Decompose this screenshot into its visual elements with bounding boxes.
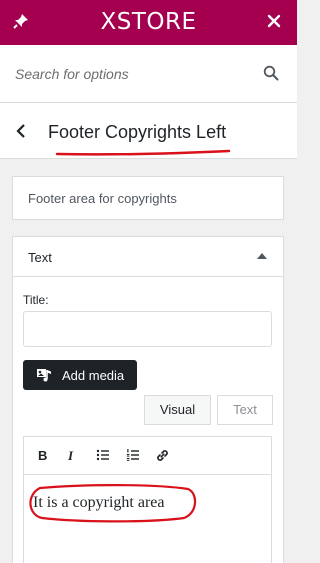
text-widget: Text Title: Add media Visual Text B I It… [12,236,284,563]
tab-visual[interactable]: Visual [144,395,211,425]
title-label: Title: [23,293,49,307]
section-title: Footer Copyrights Left [48,122,227,142]
widget-header[interactable]: Text [13,237,283,277]
search-input[interactable] [15,59,255,89]
close-icon[interactable] [265,12,283,30]
red-underline-annotation [55,149,231,156]
add-media-button[interactable]: Add media [23,360,137,390]
editor-toolbar: B I [24,437,271,475]
search-icon[interactable] [263,65,279,81]
rich-text-editor: B I It is a copyright area [23,436,272,563]
add-media-label: Add media [62,368,125,383]
italic-button[interactable]: I [68,448,73,464]
tab-text[interactable]: Text [217,395,273,425]
link-icon[interactable] [155,448,170,464]
title-field[interactable] [23,311,272,347]
top-bar: XSTORE [0,0,297,45]
xstore-logo: XSTORE [100,9,197,35]
media-icon [36,367,53,383]
arrow-up-icon[interactable] [257,253,267,259]
widget-title: Text [28,250,52,265]
bullet-list-icon[interactable] [96,448,110,464]
numbered-list-icon[interactable] [126,448,140,464]
search-bar [0,45,297,103]
section-header: Footer Copyrights Left [0,103,297,159]
chevron-left-icon[interactable] [14,123,28,139]
red-circle-annotation [29,484,197,523]
bold-button[interactable]: B [38,448,47,464]
section-description: Footer area for copyrights [12,176,284,220]
